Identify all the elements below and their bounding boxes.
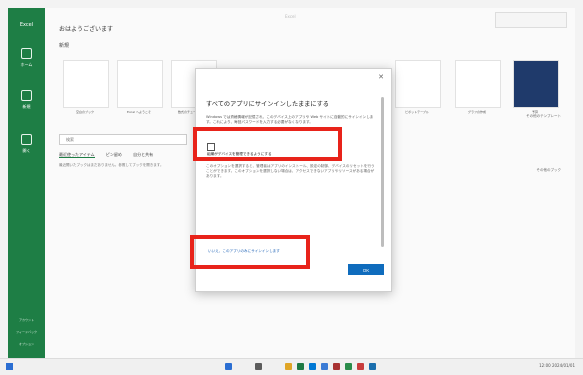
nav-new[interactable]: 新規: [8, 90, 45, 110]
section-new-heading: 新規: [59, 43, 70, 49]
nav-open[interactable]: 開く: [8, 134, 45, 154]
nav-home[interactable]: ホーム: [8, 48, 45, 68]
nav-open-label: 開く: [22, 148, 31, 153]
home-icon: [21, 48, 32, 59]
highlight-box-checkbox: [193, 127, 342, 161]
left-nav-rail: Excel ホーム 新規 開く アカウント フィードバック オプション: [8, 8, 45, 358]
template-blank[interactable]: [63, 60, 109, 108]
page-title: おはようございます: [59, 26, 114, 33]
template-label: グラフの作成: [467, 110, 486, 114]
app-icon[interactable]: [357, 363, 364, 370]
more-templates-link[interactable]: その他のテンプレート: [526, 114, 561, 119]
template-label: Excel へようこそ: [127, 110, 151, 114]
dialog-title: すべてのアプリにサインインしたままにする: [206, 101, 329, 108]
edge-icon[interactable]: [309, 363, 316, 370]
search-icon[interactable]: [225, 363, 232, 370]
template-welcome[interactable]: [117, 60, 163, 108]
folder-icon: [21, 134, 32, 145]
highlight-box-link: [190, 235, 310, 269]
nav-account[interactable]: アカウント: [8, 318, 45, 322]
nav-options[interactable]: オプション: [8, 342, 45, 346]
app-icon[interactable]: [345, 363, 352, 370]
tab-recent[interactable]: 最近使ったアイテム: [59, 152, 95, 158]
template-chart[interactable]: [455, 60, 501, 108]
dialog-body-text: Windows では資格情報が記憶され、このデバイス上のアプリや Web サイト…: [206, 115, 374, 124]
app-icon[interactable]: [369, 363, 376, 370]
system-tray-clock[interactable]: 12:00 2024/01/01: [539, 363, 575, 368]
excel-taskbar-icon[interactable]: [297, 363, 304, 370]
template-label: ピボットテーブル: [405, 110, 429, 114]
task-view-icon[interactable]: [255, 363, 262, 370]
window-title: Excel: [285, 14, 296, 19]
app-name-label: Excel: [19, 22, 34, 28]
dialog-scrollbar[interactable]: [381, 97, 384, 247]
template-pivot[interactable]: [395, 60, 441, 108]
nav-feedback[interactable]: フィードバック: [8, 330, 45, 334]
nav-new-label: 新規: [22, 104, 31, 109]
template-budget[interactable]: [513, 60, 559, 108]
tab-pinned[interactable]: ピン留め: [106, 152, 122, 157]
template-label: 空白のブック: [75, 110, 94, 114]
file-explorer-icon[interactable]: [285, 363, 292, 370]
new-file-icon: [21, 90, 32, 101]
tab-shared[interactable]: 自分と共有: [133, 152, 153, 157]
close-icon[interactable]: ✕: [378, 73, 384, 81]
app-icon[interactable]: [333, 363, 340, 370]
windows-start-icon[interactable]: [6, 363, 13, 370]
store-icon[interactable]: [321, 363, 328, 370]
dialog-body-text-2: このオプションを選択すると、管理者はアプリのインストール、設定の制御、デバイスの…: [206, 164, 375, 178]
ok-button[interactable]: OK: [348, 264, 384, 275]
more-files-link[interactable]: その他のブック: [537, 168, 562, 173]
recent-description: 最近開いたブックはまだありません。参照してブックを開きます。: [59, 163, 164, 167]
taskbar: 12:00 2024/01/01: [0, 358, 583, 375]
nav-home-label: ホーム: [20, 62, 33, 67]
search-input[interactable]: 検索: [59, 134, 187, 145]
window-controls[interactable]: [495, 12, 567, 28]
file-tabs: 最近使ったアイテム ピン留め 自分と共有: [59, 152, 163, 158]
